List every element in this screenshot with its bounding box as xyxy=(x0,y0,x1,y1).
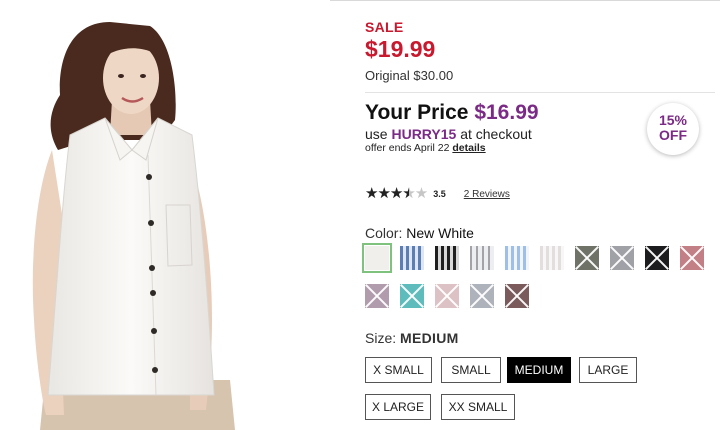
rating-row: ★★★★★ ★★★★★ 3.5 2 Reviews xyxy=(365,186,510,202)
promo-text: use HURRY15 at checkout xyxy=(365,126,532,142)
selected-color: New White xyxy=(406,225,474,241)
color-swatch[interactable] xyxy=(365,284,389,308)
sale-price: $19.99 xyxy=(365,36,436,62)
rating-value: 3.5 xyxy=(433,189,446,199)
your-price-amount: $16.99 xyxy=(474,101,539,124)
promo-code: HURRY15 xyxy=(391,126,457,142)
model-photo xyxy=(0,0,330,430)
color-swatch[interactable] xyxy=(400,284,424,308)
color-label-text: Color: xyxy=(365,225,403,241)
size-option[interactable]: MEDIUM xyxy=(507,357,571,383)
size-label: Size: MEDIUM xyxy=(365,330,459,346)
stars-filled: ★★★★★ xyxy=(365,186,409,202)
promo-suffix: at checkout xyxy=(460,126,532,142)
details-link[interactable]: details xyxy=(452,142,485,154)
price-divider xyxy=(365,92,715,93)
reviews-link[interactable]: 2 Reviews xyxy=(464,189,510,200)
discount-badge: 15% OFF xyxy=(647,103,699,155)
color-label: Color: New White xyxy=(365,225,474,241)
size-option[interactable]: X SMALL xyxy=(365,357,432,383)
color-swatch[interactable] xyxy=(362,243,392,273)
selected-size: MEDIUM xyxy=(400,330,459,346)
product-image[interactable] xyxy=(0,0,330,430)
promo-prefix: use xyxy=(365,126,388,142)
size-label-text: Size: xyxy=(365,330,397,346)
color-swatch[interactable] xyxy=(680,246,704,270)
color-swatch[interactable] xyxy=(505,246,529,270)
color-swatch[interactable] xyxy=(610,246,634,270)
color-swatch[interactable] xyxy=(400,246,424,270)
badge-off: OFF xyxy=(659,127,687,143)
color-swatch[interactable] xyxy=(470,246,494,270)
sale-label: SALE xyxy=(365,19,404,35)
size-option[interactable]: X LARGE xyxy=(365,394,431,420)
original-price: Original $30.00 xyxy=(365,68,454,83)
color-swatch[interactable] xyxy=(540,246,564,270)
offer-text: offer ends April 22 details xyxy=(365,142,486,154)
color-swatch[interactable] xyxy=(435,246,459,270)
size-option[interactable]: LARGE xyxy=(579,357,637,383)
size-option[interactable]: SMALL xyxy=(441,357,501,383)
badge-percent: 15% xyxy=(658,112,688,128)
your-price: Your Price $16.99 xyxy=(365,101,539,125)
your-price-label: Your Price xyxy=(365,101,469,124)
color-swatch[interactable] xyxy=(470,284,494,308)
color-swatch[interactable] xyxy=(645,246,669,270)
size-option[interactable]: XX SMALL xyxy=(441,394,515,420)
star-rating-icon: ★★★★★ ★★★★★ xyxy=(365,186,428,202)
color-swatch[interactable] xyxy=(435,284,459,308)
offer-ends: offer ends April 22 xyxy=(365,142,450,154)
product-details: SALE $19.99 Original $30.00 Your Price $… xyxy=(362,0,715,430)
color-swatch[interactable] xyxy=(575,246,599,270)
color-swatch[interactable] xyxy=(505,284,529,308)
